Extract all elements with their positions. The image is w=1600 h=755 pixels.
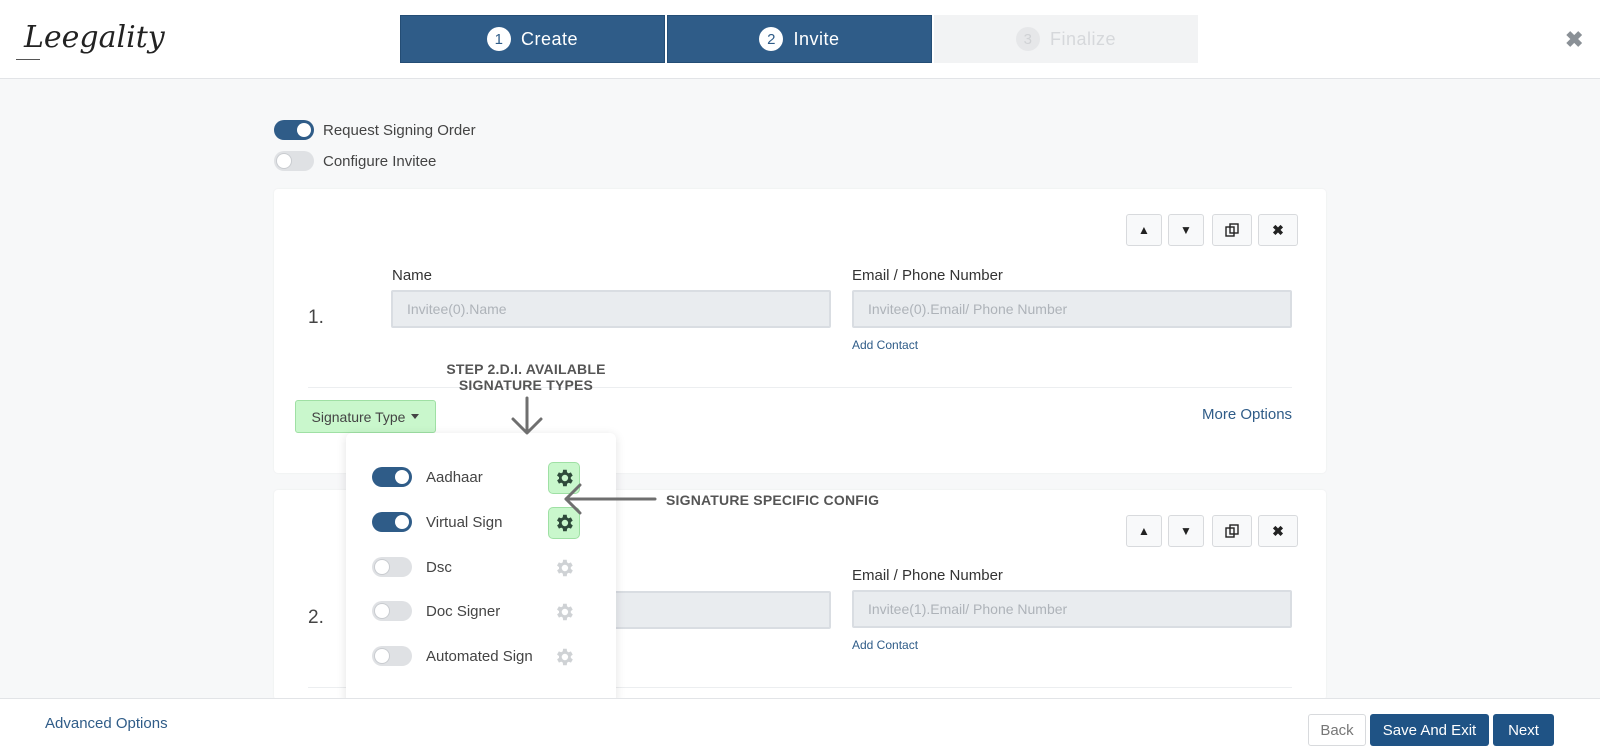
step-number: 2 [759,27,784,51]
logo-text: Leegality [24,20,165,55]
logo-underline [16,59,40,60]
signature-type-label: Aadhaar [426,468,483,486]
signature-type-dropdown: Aadhaar Virtual Sign Dsc Doc Signer Auto… [346,433,616,703]
signature-type-automated-sign: Automated Sign [372,646,533,666]
signature-type-button[interactable]: Signature Type [295,400,436,433]
configure-invitee-row: Configure Invitee [274,151,436,171]
signature-type-aadhaar: Aadhaar [372,467,483,487]
step-invite[interactable]: 2 Invite [667,15,932,63]
invitee-card-tools: ▲ ▼ ✖ [1126,515,1298,547]
signature-type-label: Virtual Sign [426,513,503,531]
top-bar: Leegality 1 Create 2 Invite 3 Finalize ✖ [0,0,1600,79]
signature-type-label: Signature Type [311,408,406,425]
caret-down-icon [411,414,420,419]
step-label: Create [520,28,579,49]
signature-type-virtual-sign: Virtual Sign [372,512,502,532]
signature-type-dsc: Dsc [372,557,452,577]
request-signing-order-row: Request Signing Order [274,120,476,140]
move-up-button[interactable]: ▲ [1126,214,1162,246]
dsc-gear-icon[interactable] [548,552,580,584]
next-button[interactable]: Next [1493,714,1554,746]
advanced-options-link[interactable]: Advanced Options [45,715,168,732]
email-phone-label: Email / Phone Number [852,267,1003,284]
leegality-logo[interactable]: Leegality [16,12,165,64]
configure-invitee-toggle[interactable] [274,151,314,171]
aadhaar-gear-icon[interactable] [548,462,580,494]
copy-icon [1225,223,1239,237]
request-signing-order-label: Request Signing Order [323,121,476,139]
name-input[interactable]: Invitee(0).Name [391,290,831,328]
signature-type-doc-signer: Doc Signer [372,601,500,621]
virtual-sign-toggle[interactable] [372,512,412,532]
automated-sign-gear-icon[interactable] [548,641,580,673]
signature-type-label: Automated Sign [426,647,533,665]
annotation-available-signature-types: STEP 2.D.I. AVAILABLE SIGNATURE TYPES [430,361,622,393]
email-phone-input[interactable]: Invitee(0).Email/ Phone Number [852,290,1292,328]
back-button[interactable]: Back [1308,714,1366,746]
aadhaar-toggle[interactable] [372,467,412,487]
step-create[interactable]: 1 Create [400,15,665,63]
remove-invitee-button[interactable]: ✖ [1258,515,1298,547]
more-options-link[interactable]: More Options [1202,406,1292,423]
step-finalize[interactable]: 3 Finalize [934,15,1198,63]
close-icon: ✖ [1272,221,1284,238]
add-contact-link[interactable]: Add Contact [852,338,918,352]
doc-signer-gear-icon[interactable] [548,596,580,628]
footer-bar: Advanced Options Back Save And Exit Next [0,698,1600,755]
step-label: Finalize [1049,28,1117,49]
invitee-card-tools: ▲ ▼ ✖ [1126,214,1298,246]
name-label: Name [392,267,433,284]
email-phone-input[interactable]: Invitee(1).Email/ Phone Number [852,590,1292,628]
close-icon[interactable]: ✖ [1565,27,1583,53]
copy-button[interactable] [1212,214,1252,246]
dsc-toggle[interactable] [372,557,412,577]
signature-type-label: Dsc [426,558,452,576]
signature-type-label: Doc Signer [426,602,501,620]
request-signing-order-toggle[interactable] [274,120,314,140]
automated-sign-toggle[interactable] [372,646,412,666]
annotation-signature-config: SIGNATURE SPECIFIC CONFIG [666,492,880,508]
annotation-line: STEP 2.D.I. AVAILABLE [446,361,606,377]
remove-invitee-button[interactable]: ✖ [1258,214,1298,246]
invitee-number: 2. [308,607,324,628]
step-label: Invite [793,28,840,49]
configure-invitee-label: Configure Invitee [323,152,437,170]
copy-button[interactable] [1212,515,1252,547]
invitee-number: 1. [308,307,324,328]
email-phone-label: Email / Phone Number [852,567,1003,584]
move-down-button[interactable]: ▼ [1168,214,1204,246]
doc-signer-toggle[interactable] [372,601,412,621]
progress-steps: 1 Create 2 Invite 3 Finalize [400,15,1198,63]
move-down-button[interactable]: ▼ [1168,515,1204,547]
move-up-button[interactable]: ▲ [1126,515,1162,547]
step-number: 1 [486,27,511,51]
close-icon: ✖ [1272,522,1284,539]
save-and-exit-button[interactable]: Save And Exit [1370,714,1489,746]
step-number: 3 [1015,27,1040,51]
copy-icon [1225,524,1239,538]
add-contact-link[interactable]: Add Contact [852,638,918,652]
annotation-line: SIGNATURE TYPES [458,377,594,393]
virtual-sign-gear-icon[interactable] [548,507,580,539]
